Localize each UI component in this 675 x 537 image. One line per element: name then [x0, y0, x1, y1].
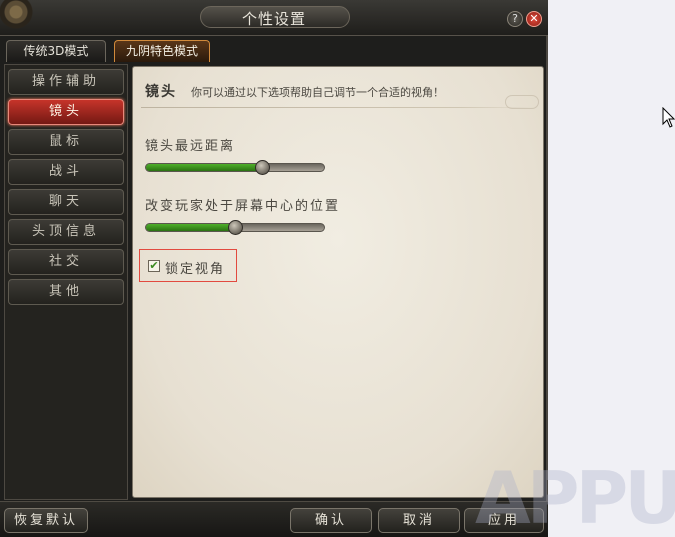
sidebar-item-combat[interactable]: 战斗 [8, 159, 124, 185]
mouse-cursor-icon [662, 107, 675, 128]
slider-fill [146, 224, 235, 231]
title-bar[interactable]: 个性设置 ? ✕ [0, 0, 548, 36]
cloud-ornament-icon [505, 95, 539, 109]
max-camera-distance-slider[interactable] [145, 160, 325, 175]
slider-thumb[interactable] [228, 220, 243, 235]
sidebar-item-overhead-info[interactable]: 头顶信息 [8, 219, 124, 245]
section-divider [141, 107, 537, 108]
lock-view-label[interactable]: 锁定视角 [165, 258, 225, 277]
cancel-button[interactable]: 取消 [378, 508, 460, 533]
player-center-position-slider[interactable] [145, 220, 325, 235]
sidebar-item-mouse[interactable]: 鼠标 [8, 129, 124, 155]
sidebar-item-chat[interactable]: 聊天 [8, 189, 124, 215]
bottom-bar: 恢复默认 确认 取消 应用 [0, 501, 548, 537]
player-center-position-label: 改变玩家处于屏幕中心的位置 [145, 199, 341, 214]
close-button[interactable]: ✕ [526, 11, 542, 27]
sidebar-item-operation-assist[interactable]: 操作辅助 [8, 69, 124, 95]
watermark: APPUN [475, 456, 675, 537]
tab-jiuyin-special-mode[interactable]: 九阴特色模式 [114, 40, 210, 62]
restore-default-button[interactable]: 恢复默认 [4, 508, 88, 533]
section-title: 镜头 [145, 84, 177, 100]
confirm-button[interactable]: 确认 [290, 508, 372, 533]
help-button[interactable]: ? [507, 11, 523, 27]
tab-classic-3d-mode[interactable]: 传统3D模式 [6, 40, 106, 62]
sidebar-item-social[interactable]: 社交 [8, 249, 124, 275]
sidebar-item-camera[interactable]: 镜头 [8, 99, 124, 125]
lock-view-checkbox[interactable]: ✔ [148, 260, 160, 272]
slider-thumb[interactable] [254, 160, 270, 175]
slider-fill [146, 164, 262, 171]
max-camera-distance-label: 镜头最远距离 [145, 139, 236, 154]
sidebar-item-other[interactable]: 其他 [8, 279, 124, 305]
lock-view-highlight: ✔ 锁定视角 [139, 249, 237, 282]
section-description: 你可以通过以下选项帮助自己调节一个合适的视角！ [191, 86, 444, 99]
sidebar: 操作辅助 镜头 鼠标 战斗 聊天 头顶信息 社交 其他 [4, 64, 128, 500]
settings-panel: 镜头 你可以通过以下选项帮助自己调节一个合适的视角！ 镜头最远距离 改变玩家处于… [132, 66, 544, 498]
settings-window: 个性设置 ? ✕ 传统3D模式 九阴特色模式 操作辅助 镜头 鼠标 战斗 聊天 … [0, 0, 548, 537]
window-title: 个性设置 [241, 10, 306, 28]
